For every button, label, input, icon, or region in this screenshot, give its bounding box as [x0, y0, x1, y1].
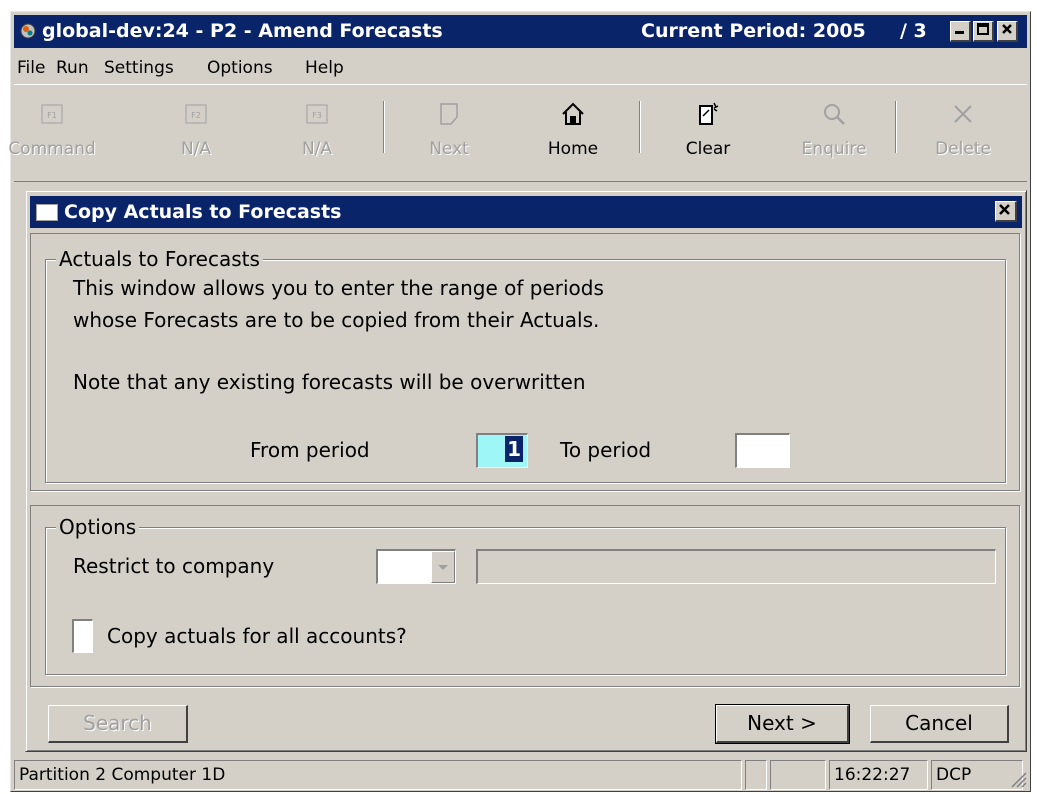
- description-line-2: whose Forecasts are to be copied from th…: [73, 308, 600, 332]
- to-period-input[interactable]: [735, 433, 790, 468]
- home-label: Home: [547, 139, 599, 159]
- minimize-button[interactable]: [950, 21, 971, 42]
- menu-settings[interactable]: Settings: [104, 58, 174, 78]
- current-period-label: Current Period: 2005: [641, 20, 866, 42]
- home-icon: [562, 102, 584, 125]
- options-group: Options Restrict to company Copy actuals…: [45, 515, 1006, 675]
- status-message: Partition 2 Computer 1D: [14, 760, 742, 790]
- close-window-button[interactable]: [997, 21, 1018, 42]
- next-page-icon: [440, 103, 458, 125]
- f2-label: N/A: [180, 139, 212, 159]
- menu-file[interactable]: File: [17, 58, 45, 78]
- all-accounts-label: Copy actuals for all accounts?: [107, 624, 407, 648]
- menu-bar: File Run Settings Options Help: [14, 52, 1027, 82]
- close-icon: [1002, 24, 1012, 34]
- cancel-button[interactable]: Cancel: [870, 705, 1009, 743]
- group-title-options: Options: [56, 515, 140, 539]
- delete-label: Delete: [935, 139, 991, 159]
- toolbar-separator: [383, 101, 385, 153]
- f2-button[interactable]: F2 N/A: [141, 85, 251, 181]
- toolbar-separator: [639, 101, 641, 153]
- dialog-title: Copy Actuals to Forecasts: [64, 201, 342, 223]
- maximize-button[interactable]: [973, 21, 994, 42]
- f1-key-label: F1: [47, 111, 57, 120]
- f3-key-label: F3: [312, 111, 322, 120]
- title-bar: global-dev:24 - P2 - Amend Forecasts Cur…: [14, 15, 1027, 48]
- enquire-label: Enquire: [801, 139, 867, 159]
- delete-button[interactable]: Delete: [908, 85, 1018, 181]
- dialog-window-icon: [36, 204, 58, 221]
- clear-button[interactable]: Clear: [653, 85, 763, 181]
- description-line-1: This window allows you to enter the rang…: [73, 276, 604, 300]
- delete-x-icon: [954, 105, 972, 123]
- window-title: global-dev:24 - P2 - Amend Forecasts: [42, 20, 443, 42]
- from-period-label: From period: [250, 438, 370, 462]
- overwrite-note: Note that any existing forecasts will be…: [73, 370, 586, 394]
- f1-key-icon: F1: [41, 104, 63, 124]
- app-globe-icon: [20, 23, 36, 39]
- resize-grip-icon[interactable]: [1009, 770, 1027, 788]
- menu-help[interactable]: Help: [305, 58, 344, 78]
- company-name-display: [476, 549, 996, 584]
- search-button[interactable]: Search: [48, 705, 188, 743]
- chevron-down-icon: [438, 565, 448, 570]
- dialog-close-button[interactable]: [995, 201, 1017, 222]
- minimize-icon: [955, 31, 964, 34]
- restrict-company-label: Restrict to company: [73, 554, 275, 578]
- dialog-title-bar: Copy Actuals to Forecasts: [30, 196, 1022, 228]
- dropdown-arrow-button[interactable]: [431, 551, 455, 583]
- f3-button[interactable]: F3 N/A: [262, 85, 372, 181]
- f2-key-icon: F2: [185, 104, 207, 124]
- status-bar: Partition 2 Computer 1D 16:22:27 DCP: [14, 760, 1027, 790]
- enquire-button[interactable]: Enquire: [779, 85, 889, 181]
- magnifier-icon: [824, 104, 845, 125]
- close-icon: [999, 204, 1010, 215]
- copy-actuals-dialog: Copy Actuals to Forecasts Actuals to For…: [25, 190, 1027, 752]
- to-period-label: To period: [560, 438, 652, 462]
- toolbar: F1 Command F2 N/A F3 N/A Next Home Clear…: [8, 84, 1027, 182]
- status-cell-empty: [745, 760, 767, 790]
- main-window: global-dev:24 - P2 - Amend Forecasts Cur…: [8, 11, 1031, 792]
- toolbar-separator: [895, 101, 897, 153]
- home-button[interactable]: Home: [518, 85, 628, 181]
- status-time: 16:22:27: [829, 760, 928, 790]
- status-cell-empty: [770, 760, 826, 790]
- clear-label: Clear: [685, 139, 731, 159]
- actuals-panel: Actuals to Forecasts This window allows …: [30, 233, 1020, 491]
- actuals-to-forecasts-group: Actuals to Forecasts This window allows …: [45, 247, 1006, 483]
- options-panel: Options Restrict to company Copy actuals…: [30, 505, 1020, 687]
- next-toolbar-button[interactable]: Next: [394, 85, 504, 181]
- command-label: Command: [8, 139, 96, 159]
- menu-run[interactable]: Run: [56, 58, 89, 78]
- f3-label: N/A: [301, 139, 333, 159]
- from-period-input[interactable]: 1: [476, 433, 528, 468]
- next-button[interactable]: Next >: [715, 704, 850, 744]
- from-period-value: 1: [505, 436, 523, 462]
- group-title-actuals: Actuals to Forecasts: [56, 247, 263, 271]
- command-button[interactable]: F1 Command: [0, 85, 107, 181]
- menu-options[interactable]: Options: [207, 58, 273, 78]
- current-period-suffix: / 3: [900, 20, 927, 42]
- maximize-icon: [977, 23, 989, 35]
- all-accounts-checkbox[interactable]: [72, 619, 93, 653]
- clear-icon: [699, 102, 719, 125]
- company-dropdown[interactable]: [376, 549, 456, 584]
- next-toolbar-label: Next: [429, 139, 469, 159]
- f2-key-label: F2: [191, 111, 201, 120]
- f3-key-icon: F3: [306, 104, 328, 124]
